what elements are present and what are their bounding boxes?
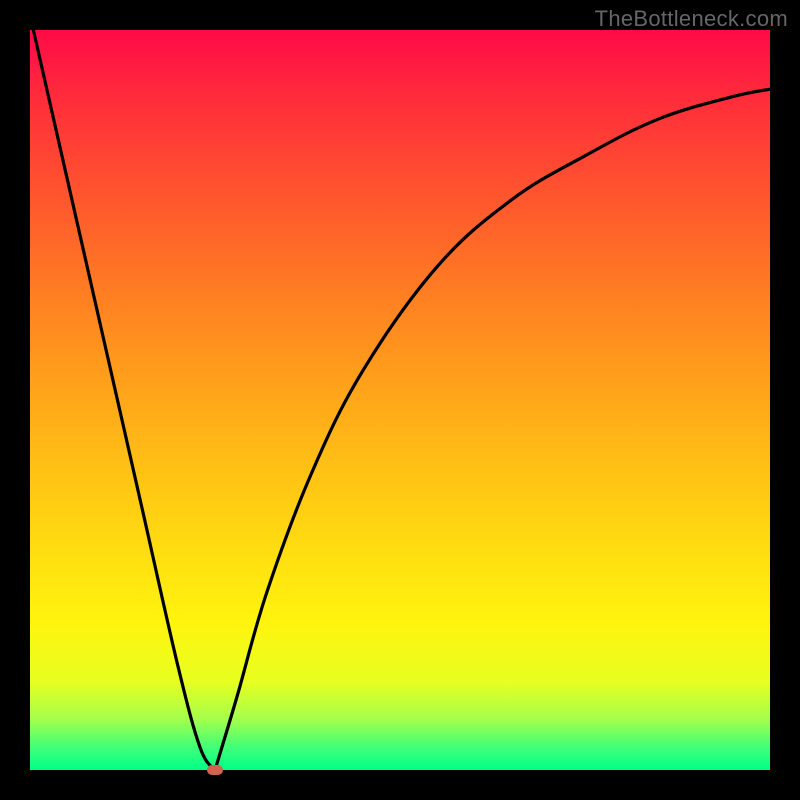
chart-frame: TheBottleneck.com xyxy=(0,0,800,800)
optimum-marker xyxy=(207,765,223,775)
curve-left-branch xyxy=(30,15,215,770)
bottleneck-curve xyxy=(30,30,770,770)
plot-area xyxy=(30,30,770,770)
curve-right-branch xyxy=(215,89,770,770)
watermark-text: TheBottleneck.com xyxy=(595,6,788,32)
